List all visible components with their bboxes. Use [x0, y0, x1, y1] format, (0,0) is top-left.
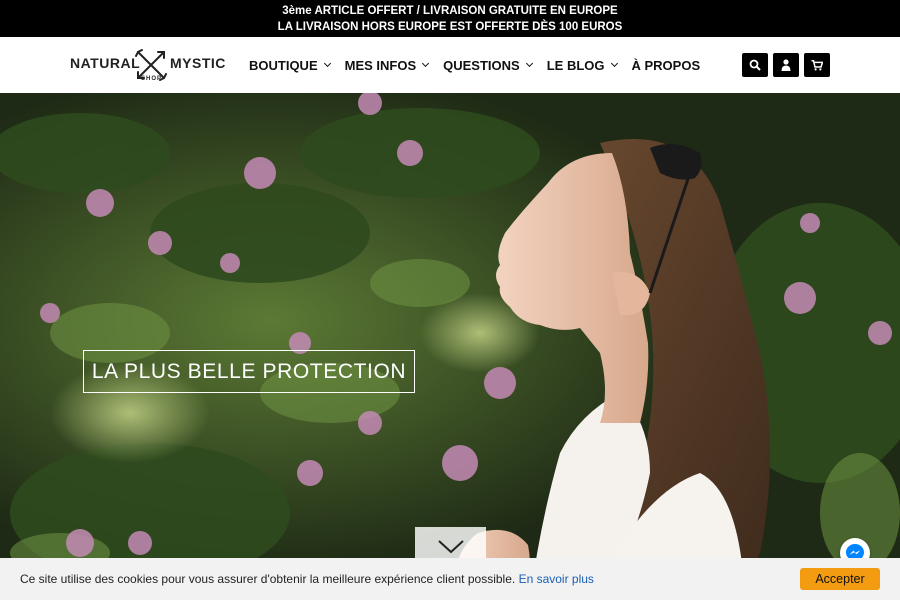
hero-caption[interactable]: LA PLUS BELLE PROTECTION: [83, 350, 415, 393]
accept-cookies-button[interactable]: Accepter: [800, 568, 880, 590]
header-actions: [742, 53, 835, 77]
nav-item-a-propos[interactable]: À PROPOS: [632, 58, 701, 73]
nav-item-le-blog[interactable]: LE BLOG: [546, 57, 618, 73]
nav-item-questions[interactable]: QUESTIONS: [443, 57, 533, 73]
chevron-down-icon: [422, 59, 430, 68]
account-button[interactable]: [773, 53, 799, 77]
announcement-line-1: 3ème ARTICLE OFFERT / LIVRAISON GRATUITE…: [282, 5, 618, 17]
chevron-down-icon: [437, 540, 464, 554]
announcement-line-2: LA LIVRAISON HORS EUROPE EST OFFERTE DÈS…: [277, 21, 623, 33]
announcement-bar: 3ème ARTICLE OFFERT / LIVRAISON GRATUITE…: [0, 0, 900, 37]
chevron-down-icon: [610, 59, 618, 68]
cookie-text: Ce site utilise des cookies pour vous as…: [20, 572, 516, 586]
nav-label: BOUTIQUE: [249, 57, 318, 73]
cookie-learn-more-link[interactable]: En savoir plus: [519, 572, 594, 586]
logo-word-natural: NATURAL: [70, 55, 141, 71]
hero-banner: LA PLUS BELLE PROTECTION: [0, 93, 900, 600]
logo-word-mystic: MYSTIC: [170, 55, 226, 71]
nav-label: À PROPOS: [631, 57, 701, 73]
search-button[interactable]: [742, 53, 768, 77]
nav-item-mes-infos[interactable]: MES INFOS: [344, 57, 430, 73]
site-logo[interactable]: NATURAL MYSTIC SHOP: [70, 46, 225, 86]
site-header: NATURAL MYSTIC SHOP BOUTIQUE MES INFOS Q…: [0, 37, 900, 93]
nav-label: QUESTIONS: [443, 57, 520, 73]
cookie-message: Ce site utilise des cookies pour vous as…: [20, 572, 594, 586]
user-icon: [781, 59, 791, 71]
nav-label: LE BLOG: [546, 57, 605, 73]
nav-item-boutique[interactable]: BOUTIQUE: [249, 57, 331, 73]
cart-button[interactable]: [804, 53, 830, 77]
search-icon: [749, 59, 761, 71]
chevron-down-icon: [323, 59, 331, 68]
cart-icon: [811, 59, 823, 70]
hero-image: [0, 93, 900, 600]
chevron-down-icon: [525, 59, 533, 68]
logo-sub: SHOP: [141, 76, 163, 82]
main-nav: BOUTIQUE MES INFOS QUESTIONS LE BLOG À P…: [249, 37, 715, 93]
nav-label: MES INFOS: [344, 57, 417, 73]
cookie-banner: Ce site utilise des cookies pour vous as…: [0, 558, 900, 600]
